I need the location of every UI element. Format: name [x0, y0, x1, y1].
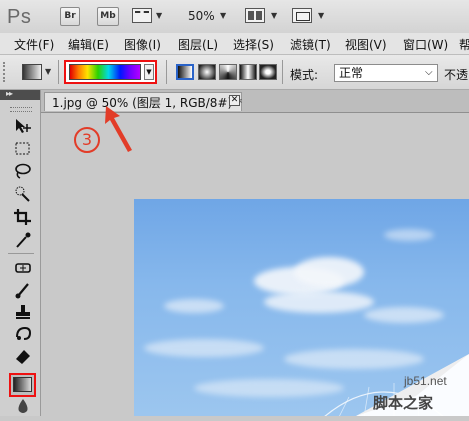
menu-window[interactable]: 窗口(W) — [403, 36, 448, 53]
menu-file[interactable]: 文件(F) — [14, 36, 54, 53]
mode-label: 模式: — [290, 68, 319, 82]
lasso-tool-icon[interactable] — [11, 162, 35, 182]
screen-mode-icon[interactable] — [292, 8, 312, 23]
menu-filter[interactable]: 滤镜(T) — [290, 36, 331, 53]
marquee-tool-icon[interactable] — [11, 140, 35, 160]
tool-preset-chevron-icon[interactable]: ▼ — [45, 67, 51, 76]
quick-selection-tool-icon[interactable] — [11, 185, 35, 205]
eraser-tool-icon[interactable] — [11, 347, 35, 367]
zoom-level[interactable]: 50% — [188, 9, 215, 23]
diamond-gradient-icon[interactable] — [259, 64, 277, 80]
options-grip-icon — [3, 62, 10, 82]
tool-preset-icon[interactable] — [22, 64, 42, 80]
screen-mode-chevron-icon[interactable]: ▼ — [318, 11, 324, 20]
watermark-url: jb51.net — [404, 374, 447, 388]
opacity-label: 不透 — [444, 68, 469, 82]
collapse-panel-icon[interactable]: ▸▸ — [6, 89, 13, 98]
photoshop-logo: Ps — [7, 6, 32, 28]
separator — [166, 60, 167, 84]
linear-gradient-icon[interactable] — [176, 64, 194, 80]
gradient-chevron-icon[interactable]: ▼ — [144, 64, 154, 80]
mode-select[interactable]: 正常 — [334, 64, 438, 82]
angle-gradient-icon[interactable] — [219, 64, 237, 80]
menu-image[interactable]: 图像(I) — [124, 36, 161, 53]
separator — [58, 60, 59, 84]
panel-grip-icon — [10, 107, 32, 112]
watermark-brand: 脚本之家 — [373, 394, 434, 412]
view-extras-icon[interactable] — [132, 8, 152, 23]
bridge-button[interactable]: Br — [60, 7, 80, 26]
separator — [8, 253, 34, 254]
gradient-spectrum-swatch[interactable] — [69, 64, 141, 80]
step-badge: 3 — [74, 127, 100, 153]
menu-select[interactable]: 选择(S) — [233, 36, 274, 53]
separator — [282, 60, 283, 84]
menu-edit[interactable]: 编辑(E) — [68, 36, 109, 53]
brush-tool-icon[interactable] — [11, 281, 35, 301]
mini-bridge-button[interactable]: Mb — [97, 7, 119, 26]
crop-tool-icon[interactable] — [11, 208, 35, 228]
blur-tool-icon[interactable] — [11, 397, 35, 417]
radial-gradient-icon[interactable] — [198, 64, 216, 80]
reflected-gradient-icon[interactable] — [239, 64, 257, 80]
arrange-chevron-icon[interactable]: ▼ — [271, 11, 277, 20]
document-tab-title[interactable]: 1.jpg @ 50% (图层 1, RGB/8#) * — [52, 94, 242, 111]
gradient-tool-icon[interactable] — [13, 377, 32, 392]
arrange-documents-icon[interactable] — [245, 8, 265, 23]
zoom-chevron-icon[interactable]: ▼ — [220, 11, 226, 20]
menu-layer[interactable]: 图层(L) — [178, 36, 218, 53]
clone-stamp-tool-icon[interactable] — [11, 303, 35, 323]
menu-view[interactable]: 视图(V) — [345, 36, 387, 53]
eyedropper-tool-icon[interactable] — [11, 231, 35, 251]
view-extras-chevron-icon[interactable]: ▼ — [156, 11, 162, 20]
mode-chevron-icon[interactable]: ⌵ — [425, 64, 433, 82]
close-tab-icon[interactable]: ✕ — [229, 95, 240, 106]
healing-brush-tool-icon[interactable] — [11, 259, 35, 279]
history-brush-tool-icon[interactable] — [11, 325, 35, 345]
menu-help[interactable]: 帮 — [459, 36, 469, 53]
annotation-arrow-icon — [105, 106, 132, 152]
move-tool-icon[interactable] — [11, 117, 35, 137]
